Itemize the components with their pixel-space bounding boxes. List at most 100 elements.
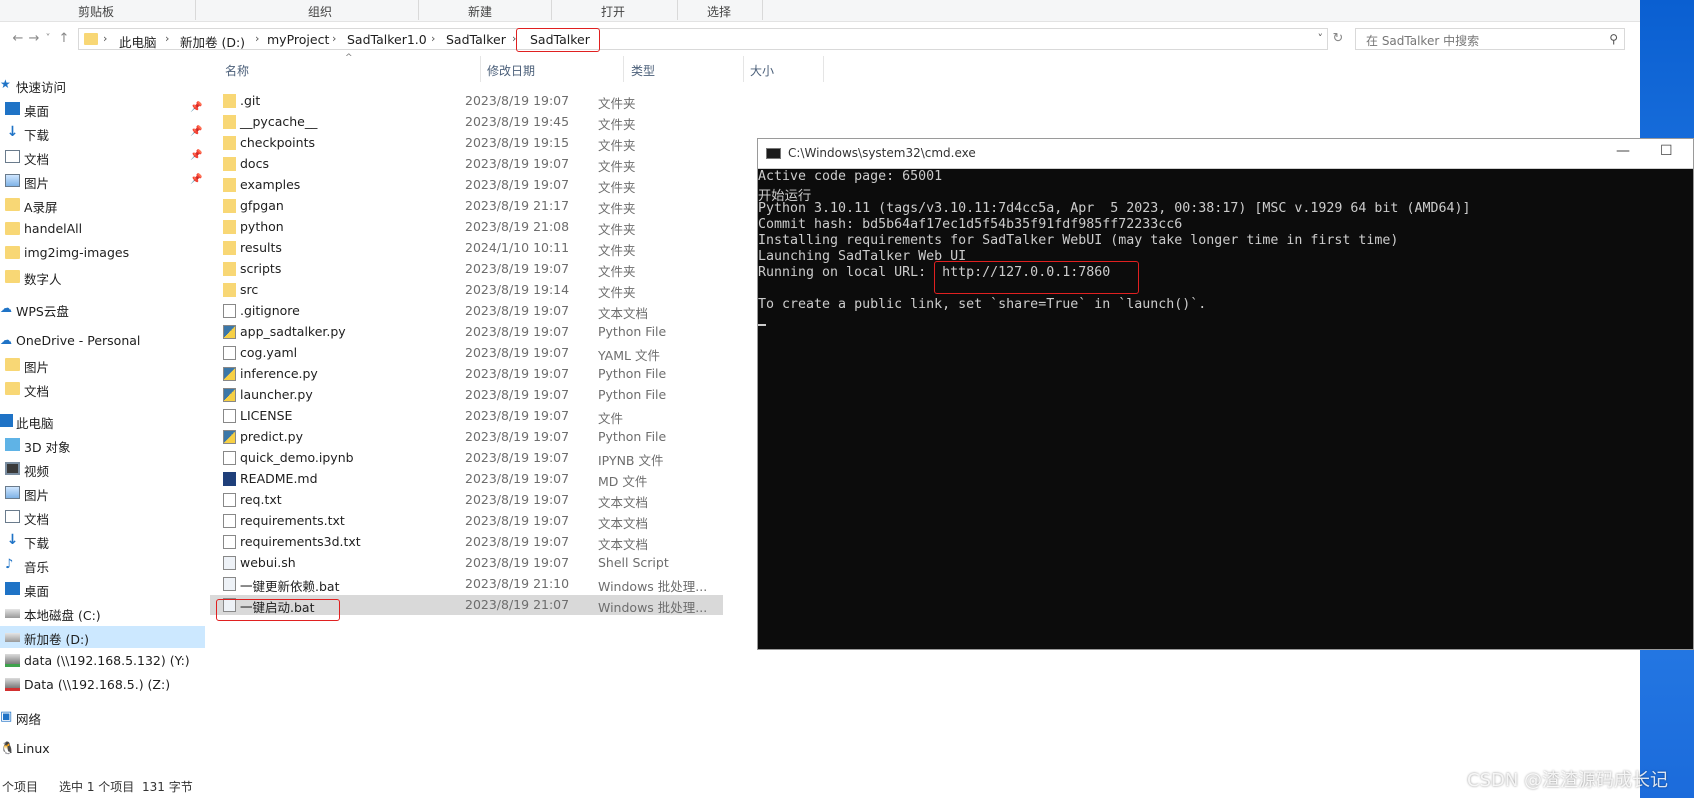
column-divider[interactable] [743,56,744,82]
address-bar[interactable]: › 此电脑 › 新加卷 (D:) › myProject › SadTalker… [78,28,1328,50]
file-row[interactable]: quick_demo.ipynb 2023/8/19 19:07 IPYNB 文件 [218,448,723,468]
file-row[interactable]: req.txt 2023/8/19 19:07 文本文档 [218,490,723,510]
address-dropdown-icon[interactable]: ˅ [1318,32,1324,45]
nav-item-onedrive-documents[interactable]: 文档 [0,378,205,400]
file-row[interactable]: cog.yaml 2023/8/19 19:07 YAML 文件 [218,343,723,363]
file-row[interactable]: checkpoints 2023/8/19 19:15 文件夹 [218,133,723,153]
file-row[interactable]: app_sadtalker.py 2023/8/19 19:07 Python Fi… [218,322,723,342]
file-row[interactable]: python 2023/8/19 21:08 文件夹 [218,217,723,237]
file-type: MD 文件 [598,474,648,489]
highlight-box-current-folder [516,28,600,52]
nav-item-linux[interactable]: 🐧 Linux [0,738,205,760]
minimize-icon[interactable]: — [1616,143,1630,159]
nav-item-network[interactable]: ▣ 网络 [0,706,205,728]
nav-item-label: 文档 [24,384,50,399]
python-file-icon [223,367,236,381]
nav-item-desktop[interactable]: 桌面 📌 [0,98,205,120]
file-row[interactable]: examples 2023/8/19 19:07 文件夹 [218,175,723,195]
nav-item-this-pc[interactable]: 此电脑 [0,410,205,432]
pin-icon[interactable]: 📌 [190,150,202,161]
file-row[interactable]: 一键更新依赖.bat 2023/8/19 21:10 Windows 批处理... [218,574,723,594]
breadcrumb-drive-d[interactable]: 新加卷 (D:) [180,32,245,51]
file-date: 2023/8/19 21:10 [465,576,570,591]
nav-item-documents[interactable]: 文档 📌 [0,146,205,168]
file-row[interactable]: requirements3d.txt 2023/8/19 19:07 文本文档 [218,532,723,552]
console-line: Active code page: 65001 [758,169,943,184]
file-row[interactable]: docs 2023/8/19 19:07 文件夹 [218,154,723,174]
file-row[interactable]: .git 2023/8/19 19:07 文件夹 [218,91,723,111]
highlight-box-local-url [934,261,1139,294]
file-row[interactable]: README.md 2023/8/19 19:07 MD 文件 [218,469,723,489]
nav-item-label: Data (\\192.168.5.) (Z:) [24,677,171,692]
up-arrow-icon[interactable]: ↑ [56,30,72,48]
file-row[interactable]: __pycache__ 2023/8/19 19:45 文件夹 [218,112,723,132]
sort-ascending-icon: ^ [345,53,353,63]
column-divider[interactable] [823,56,824,82]
nav-item-quick-access[interactable]: ★ 快速访问 [0,74,205,96]
refresh-icon[interactable]: ↻ [1330,30,1346,48]
nav-item-network-drive-z[interactable]: Data (\\192.168.5.) (Z:) [0,674,205,696]
nav-item-pc-pictures[interactable]: 图片 [0,482,205,504]
column-header-date[interactable]: 修改日期 [487,62,535,79]
nav-item-label: 视频 [24,464,50,479]
file-row[interactable]: src 2023/8/19 19:14 文件夹 [218,280,723,300]
file-row[interactable]: launcher.py 2023/8/19 19:07 Python File [218,385,723,405]
nav-item-wps-cloud[interactable]: ☁ WPS云盘 [0,298,205,320]
nav-item-pc-downloads[interactable]: ↓ 下载 [0,530,205,552]
file-row[interactable]: webui.sh 2023/8/19 19:07 Shell Script [218,553,723,573]
file-row[interactable]: results 2024/1/10 10:11 文件夹 [218,238,723,258]
file-date: 2023/8/19 19:07 [465,492,570,507]
nav-item-network-drive-y[interactable]: data (\\192.168.5.132) (Y:) [0,650,205,672]
nav-item-onedrive[interactable]: ☁ OneDrive - Personal [0,330,205,352]
file-row[interactable]: requirements.txt 2023/8/19 19:07 文本文档 [218,511,723,531]
drive-icon [5,609,20,618]
nav-item-a-recording[interactable]: A录屏 [0,194,205,216]
file-row[interactable]: scripts 2023/8/19 19:07 文件夹 [218,259,723,279]
pin-icon[interactable]: 📌 [190,174,202,185]
nav-item-drive-d[interactable]: 新加卷 (D:) [0,626,205,648]
cmd-window-title: C:\Windows\system32\cmd.exe [788,146,976,160]
file-row[interactable]: LICENSE 2023/8/19 19:07 文件 [218,406,723,426]
file-row[interactable]: gfpgan 2023/8/19 21:17 文件夹 [218,196,723,216]
maximize-icon[interactable]: ☐ [1660,143,1673,159]
nav-item-videos[interactable]: 视频 [0,458,205,480]
nav-item-3d-objects[interactable]: 3D 对象 [0,434,205,456]
nav-item-pc-documents[interactable]: 文档 [0,506,205,528]
cmd-window[interactable]: C:\Windows\system32\cmd.exe — ☐ Active c… [757,138,1694,650]
breadcrumb-myproject[interactable]: myProject [267,32,329,47]
nav-item-digital-human[interactable]: 数字人 [0,266,205,288]
nav-item-downloads[interactable]: ↓ 下载 📌 [0,122,205,144]
column-divider[interactable] [623,56,624,82]
breadcrumb-sadtalker10[interactable]: SadTalker1.0 [347,32,427,47]
nav-item-handelall[interactable]: handelAll [0,218,205,240]
column-header-type[interactable]: 类型 [631,62,655,79]
nav-item-label: 图片 [24,360,50,375]
back-arrow-icon[interactable]: ← [10,30,26,48]
column-header-name[interactable]: 名称 [225,62,249,79]
file-row[interactable]: .gitignore 2023/8/19 19:07 文本文档 [218,301,723,321]
breadcrumb-sadtalker[interactable]: SadTalker [446,32,506,47]
breadcrumb-this-pc[interactable]: 此电脑 [119,32,157,51]
file-type: 文件夹 [598,138,636,153]
nav-item-pictures[interactable]: 图片 📌 [0,170,205,192]
file-type: 文件夹 [598,222,636,237]
nav-item-drive-c[interactable]: 本地磁盘 (C:) [0,602,205,624]
nav-item-pc-desktop[interactable]: 桌面 [0,578,205,600]
console-output[interactable]: Active code page: 65001 开始运行 Python 3.10… [758,169,1693,649]
pin-icon[interactable]: 📌 [190,126,202,137]
pin-icon[interactable]: 📌 [190,102,202,113]
file-date: 2023/8/19 19:14 [465,282,570,297]
recent-locations-chevron-icon[interactable]: ˅ [40,30,56,48]
search-input[interactable]: 在 SadTalker 中搜索 ⚲ [1355,28,1625,50]
column-header-size[interactable]: 大小 [750,62,774,79]
nav-item-onedrive-pictures[interactable]: 图片 [0,354,205,376]
column-divider[interactable] [480,56,481,82]
cmd-title-bar[interactable]: C:\Windows\system32\cmd.exe — ☐ [758,139,1693,169]
search-icon[interactable]: ⚲ [1609,32,1618,46]
file-type: Windows 批处理... [598,579,708,594]
nav-item-label: 快速访问 [16,80,67,95]
file-row[interactable]: predict.py 2023/8/19 19:07 Python File [218,427,723,447]
nav-item-img2img-images[interactable]: img2img-images [0,242,205,264]
file-row[interactable]: inference.py 2023/8/19 19:07 Python File [218,364,723,384]
nav-item-music[interactable]: ♪ 音乐 [0,554,205,576]
